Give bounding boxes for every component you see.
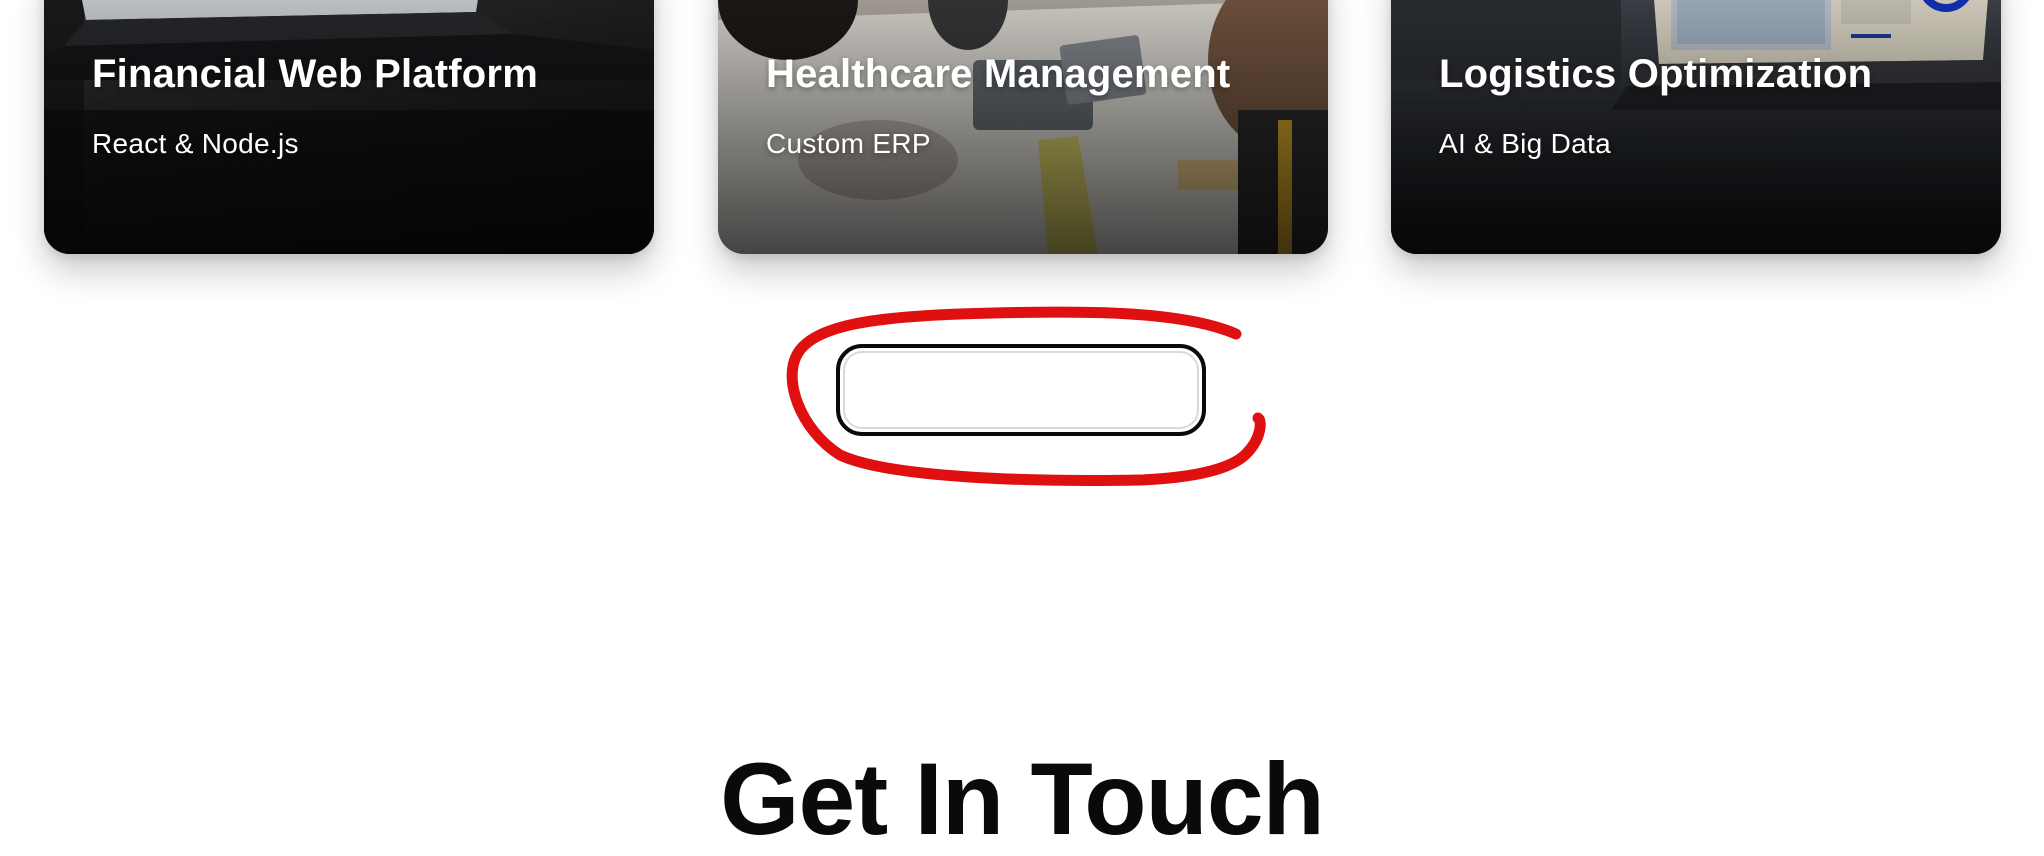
- project-title: Financial Web Platform: [92, 52, 538, 96]
- project-subtitle: AI & Big Data: [1439, 128, 1611, 159]
- view-more-button[interactable]: [836, 344, 1206, 436]
- project-subtitle: React & Node.js: [92, 128, 299, 159]
- card-overlay: [44, 0, 654, 254]
- project-card-logistics[interactable]: Logistics Optimization AI & Big Data: [1391, 0, 2001, 254]
- project-subtitle: Custom ERP: [766, 128, 931, 159]
- card-overlay: [718, 0, 1328, 254]
- project-card-financial[interactable]: Financial Web Platform React & Node.js: [44, 0, 654, 254]
- project-card-healthcare[interactable]: Healthcare Management Custom ERP: [718, 0, 1328, 254]
- get-in-touch-heading: Get In Touch: [720, 742, 1325, 856]
- project-title: Logistics Optimization: [1439, 52, 1873, 96]
- project-title: Healthcare Management: [766, 52, 1231, 96]
- card-overlay: [1391, 0, 2001, 254]
